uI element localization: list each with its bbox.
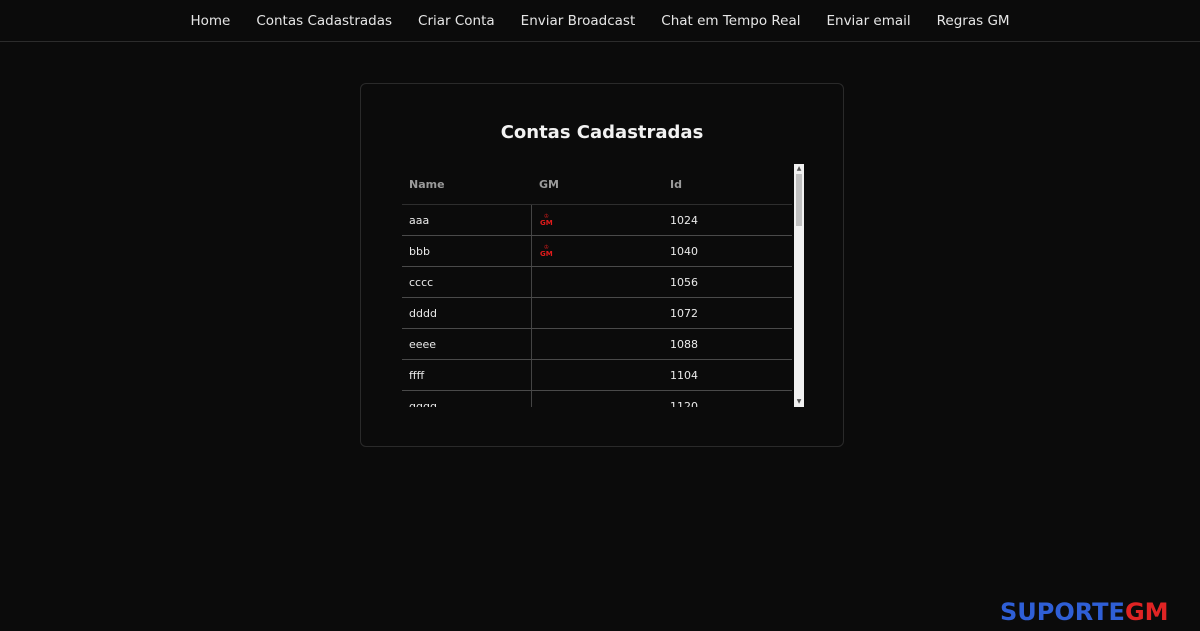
- gm-badge-label: GM: [540, 218, 553, 227]
- table-body: aaa ♔ GM 1024 bbb ♔ GM 1040 cccc 1056 dddd 1072 eeee…: [402, 205, 792, 407]
- gm-badge-icon: ♔ GM: [540, 213, 553, 227]
- nav-home[interactable]: Home: [177, 1, 243, 41]
- cell-name: aaa: [402, 205, 532, 235]
- watermark-text-suporte: SUPORTE: [1000, 598, 1125, 626]
- table-row: dddd 1072: [402, 298, 792, 329]
- cell-id: 1088: [670, 337, 698, 351]
- gm-badge-icon: ♔ GM: [540, 244, 553, 258]
- gm-badge-label: GM: [540, 249, 553, 258]
- cell-id: 1120: [670, 399, 698, 408]
- table-row: cccc 1056: [402, 267, 792, 298]
- page-title: Contas Cadastradas: [500, 122, 704, 143]
- table-scrollbar[interactable]: ▲ ▼: [794, 164, 804, 407]
- nav-criar-conta[interactable]: Criar Conta: [405, 1, 508, 41]
- table-row: eeee 1088: [402, 329, 792, 360]
- column-header-id: Id: [670, 177, 682, 191]
- cell-id: 1040: [670, 244, 698, 258]
- accounts-card: Contas Cadastradas Name GM Id aaa ♔ GM 1024…: [360, 83, 844, 447]
- cell-name: eeee: [402, 329, 532, 359]
- cell-id: 1104: [670, 368, 698, 382]
- cell-gm: [532, 360, 663, 390]
- cell-name: bbb: [402, 236, 532, 266]
- cell-id: 1056: [670, 275, 698, 289]
- nav-enviar-broadcast[interactable]: Enviar Broadcast: [508, 1, 649, 41]
- cell-name: cccc: [402, 267, 532, 297]
- cell-gm: [532, 267, 663, 297]
- top-navigation: Home Contas Cadastradas Criar Conta Envi…: [0, 0, 1200, 42]
- column-header-name: Name: [409, 177, 445, 191]
- scroll-up-arrow-icon[interactable]: ▲: [794, 164, 804, 174]
- cell-gm: ♔ GM: [532, 205, 663, 235]
- scrollbar-thumb[interactable]: [796, 174, 802, 226]
- cell-gm: [532, 298, 663, 328]
- column-header-gm: GM: [539, 177, 559, 191]
- table-header: Name GM Id: [402, 164, 792, 205]
- accounts-table[interactable]: Name GM Id aaa ♔ GM 1024 bbb ♔ GM 1040 cccc 1056 d…: [402, 164, 804, 407]
- nav-regras-gm[interactable]: Regras GM: [924, 1, 1023, 41]
- nav-chat-tempo-real[interactable]: Chat em Tempo Real: [648, 1, 813, 41]
- table-row: bbb ♔ GM 1040: [402, 236, 792, 267]
- nav-enviar-email[interactable]: Enviar email: [813, 1, 923, 41]
- cell-gm: [532, 391, 663, 407]
- watermark-text-gm: GM: [1124, 598, 1169, 626]
- cell-name: dddd: [402, 298, 532, 328]
- suportegm-watermark-logo: SUPORTEGM: [1000, 598, 1169, 626]
- cell-gm: ♔ GM: [532, 236, 663, 266]
- table-row: ffff 1104: [402, 360, 792, 391]
- cell-id: 1024: [670, 213, 698, 227]
- nav-contas-cadastradas[interactable]: Contas Cadastradas: [243, 1, 405, 41]
- cell-id: 1072: [670, 306, 698, 320]
- cell-gm: [532, 329, 663, 359]
- table-row: gggg 1120: [402, 391, 792, 407]
- table-row: aaa ♔ GM 1024: [402, 205, 792, 236]
- cell-name: ffff: [402, 360, 532, 390]
- scroll-down-arrow-icon[interactable]: ▼: [794, 397, 804, 407]
- cell-name: gggg: [402, 391, 532, 407]
